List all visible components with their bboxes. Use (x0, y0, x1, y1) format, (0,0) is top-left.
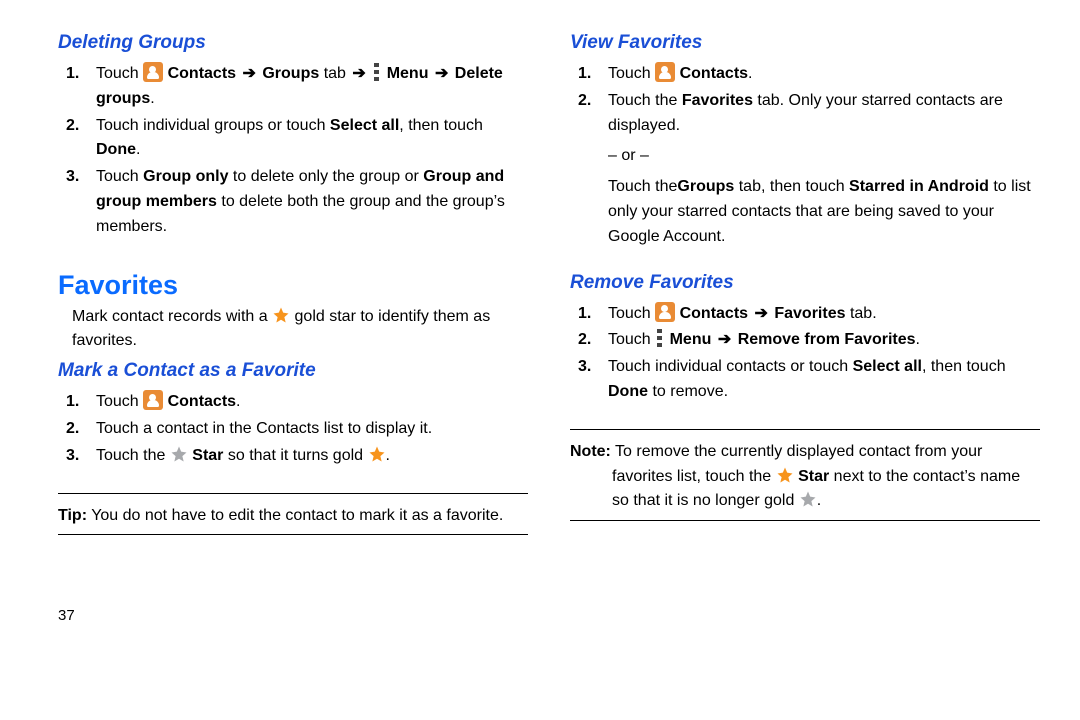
list-item: Touch Contacts. (92, 390, 528, 415)
tip-block: Tip: You do not have to edit the contact… (58, 504, 528, 529)
page-number: 37 (58, 547, 528, 624)
divider (58, 493, 528, 494)
deleting-groups-steps: Touch Contacts ➔ Groups tab ➔ Menu ➔ Del… (58, 60, 528, 242)
remove-favorites-steps: Touch Contacts ➔ Favorites tab. Touch Me… (570, 300, 1040, 407)
star-gold-icon (776, 466, 794, 484)
list-item: Touch individual contacts or touch Selec… (604, 355, 1040, 405)
divider (58, 534, 528, 535)
note-block: Note: To remove the currently displayed … (570, 440, 1040, 514)
divider-or: – or – (608, 144, 1040, 169)
arrow-icon: ➔ (716, 328, 733, 353)
list-item: Touch individual groups or touch Select … (92, 114, 528, 164)
menu-icon (374, 63, 380, 81)
list-item: Touch Contacts ➔ Groups tab ➔ Menu ➔ Del… (92, 62, 528, 112)
star-grey-icon (170, 445, 188, 463)
contacts-icon (655, 62, 675, 82)
star-gold-icon (272, 306, 290, 324)
divider (570, 520, 1040, 521)
star-grey-icon (799, 490, 817, 508)
arrow-icon: ➔ (433, 62, 450, 87)
contacts-icon (655, 302, 675, 322)
list-item: Touch the Star so that it turns gold . (92, 444, 528, 469)
right-column: View Favorites Touch Contacts. Touch the… (570, 30, 1040, 624)
view-alt: Touch theGroups tab, then touch Starred … (608, 175, 1040, 249)
view-favorites-steps: Touch Contacts. Touch the Favorites tab.… (570, 60, 1040, 252)
star-gold-icon (368, 445, 386, 463)
contacts-icon (143, 390, 163, 410)
left-column: Deleting Groups Touch Contacts ➔ Groups … (58, 30, 528, 624)
list-item: Touch Contacts. (604, 62, 1040, 87)
list-item: Touch Menu ➔ Remove from Favorites. (604, 328, 1040, 353)
arrow-icon: ➔ (241, 62, 258, 87)
mark-favorite-steps: Touch Contacts. Touch a contact in the C… (58, 388, 528, 470)
favorites-intro: Mark contact records with a gold star to… (72, 305, 528, 355)
heading-remove-favorites: Remove Favorites (570, 272, 1040, 294)
arrow-icon: ➔ (350, 62, 367, 87)
heading-favorites: Favorites (58, 270, 528, 301)
divider (570, 429, 1040, 430)
list-item: Touch Contacts ➔ Favorites tab. (604, 302, 1040, 327)
list-item: Touch Group only to delete only the grou… (92, 165, 528, 239)
menu-icon (657, 329, 663, 347)
heading-mark-favorite: Mark a Contact as a Favorite (58, 360, 528, 382)
list-item: Touch the Favorites tab. Only your starr… (604, 89, 1040, 250)
list-item: Touch a contact in the Contacts list to … (92, 417, 528, 442)
arrow-icon: ➔ (753, 302, 770, 327)
contacts-icon (143, 62, 163, 82)
heading-deleting-groups: Deleting Groups (58, 32, 528, 54)
heading-view-favorites: View Favorites (570, 32, 1040, 54)
